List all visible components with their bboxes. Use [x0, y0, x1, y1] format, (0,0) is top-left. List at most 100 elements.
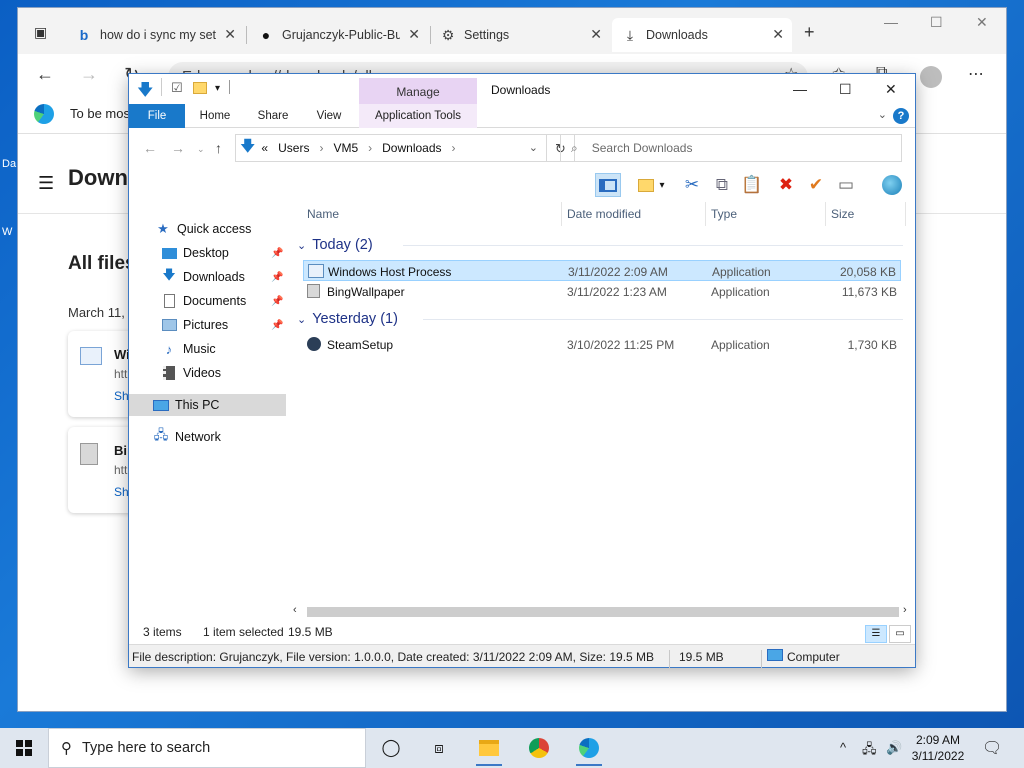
maximize-icon[interactable]: ☐: [930, 14, 943, 31]
details-view-icon[interactable]: ☰: [865, 625, 887, 643]
manage-context-tab[interactable]: Manage: [359, 78, 477, 104]
pin-icon[interactable]: 📌: [271, 296, 283, 307]
new-folder-icon[interactable]: [193, 82, 207, 94]
chevron-up-icon[interactable]: ^: [840, 740, 846, 755]
column-divider[interactable]: [825, 202, 826, 226]
column-divider[interactable]: [905, 202, 906, 226]
chrome-icon[interactable]: [526, 736, 552, 760]
edge-tab[interactable]: b how do i sync my setti ✕: [66, 18, 244, 52]
tab-home[interactable]: Home: [187, 104, 243, 128]
taskbar-search-input[interactable]: ⚲ Type here to search: [48, 728, 366, 768]
address-bar[interactable]: 🡇 « Users › VM5 › Downloads › ⌄: [235, 134, 547, 162]
paste-icon[interactable]: 📋: [739, 173, 765, 197]
forward-icon[interactable]: →: [171, 140, 185, 156]
profile-avatar[interactable]: [920, 66, 942, 88]
horizontal-scrollbar[interactable]: ‹ ›: [293, 604, 913, 620]
table-row[interactable]: SteamSetup 3/10/2022 11:25 PM Applicatio…: [303, 334, 901, 355]
file-explorer-taskbar-icon[interactable]: [476, 736, 502, 766]
chevron-right-icon[interactable]: ›: [903, 604, 907, 616]
preview-pane-icon[interactable]: [595, 173, 621, 197]
scrollbar-thumb[interactable]: [307, 607, 899, 617]
network-icon[interactable]: 🖧: [862, 740, 877, 762]
cut-icon[interactable]: ✂: [679, 173, 705, 197]
nav-pictures[interactable]: Pictures 📌: [161, 314, 289, 336]
tab-file[interactable]: File: [129, 104, 185, 128]
column-header-name[interactable]: Name: [307, 207, 339, 221]
more-icon[interactable]: ⋯: [968, 64, 984, 84]
edge-taskbar-icon[interactable]: [576, 736, 602, 766]
breadcrumb-item[interactable]: Users: [278, 141, 309, 155]
recent-locations-icon[interactable]: ⌄: [197, 144, 205, 155]
globe-icon[interactable]: [879, 173, 905, 197]
nav-network[interactable]: 🖧 Network: [153, 426, 221, 448]
column-header-date[interactable]: Date modified: [567, 207, 641, 221]
edge-tab[interactable]: ⚙ Settings ✕: [430, 18, 610, 52]
column-divider[interactable]: [561, 202, 562, 226]
tab-actions-icon[interactable]: ▣: [34, 24, 47, 41]
group-header[interactable]: ⌄ Today (2): [297, 234, 905, 256]
search-input[interactable]: ⌕ Search Downloads: [560, 134, 902, 162]
volume-icon[interactable]: 🔊: [886, 740, 902, 756]
tab-view[interactable]: View: [301, 104, 357, 128]
breadcrumb-item[interactable]: Downloads: [382, 141, 441, 155]
table-row[interactable]: BingWallpaper 3/11/2022 1:23 AM Applicat…: [303, 281, 901, 302]
chevron-down-icon[interactable]: ⌄: [878, 108, 887, 121]
nav-videos[interactable]: Videos: [161, 362, 221, 384]
desktop-icon-label[interactable]: W: [2, 226, 12, 238]
minimize-icon[interactable]: —: [884, 14, 898, 30]
column-header-size[interactable]: Size: [831, 207, 854, 221]
help-icon[interactable]: ?: [893, 108, 909, 124]
breadcrumb-item[interactable]: VM5: [333, 141, 358, 155]
close-icon[interactable]: ✕: [885, 81, 897, 98]
chevron-down-icon[interactable]: ⌄: [529, 141, 538, 154]
chevron-left-icon[interactable]: ‹: [293, 604, 297, 616]
column-divider[interactable]: [705, 202, 706, 226]
rename-icon[interactable]: ▭: [833, 173, 859, 197]
pin-icon[interactable]: 📌: [271, 320, 283, 331]
close-icon[interactable]: ✕: [408, 26, 420, 43]
edge-tab-active[interactable]: ⤓ Downloads ✕: [612, 18, 792, 52]
back-icon[interactable]: ←: [36, 64, 54, 85]
nav-desktop[interactable]: Desktop 📌: [161, 242, 289, 264]
cortana-icon[interactable]: ◯: [378, 736, 404, 760]
group-header[interactable]: ⌄ Yesterday (1): [297, 308, 905, 330]
tab-application-tools[interactable]: Application Tools: [359, 104, 477, 128]
checkmark-icon[interactable]: ✔: [803, 173, 829, 197]
nav-documents[interactable]: Documents 📌: [161, 290, 289, 312]
copy-icon[interactable]: ⧉: [709, 173, 735, 197]
task-view-icon[interactable]: ⧈: [426, 736, 452, 760]
start-button[interactable]: [0, 728, 48, 768]
chevron-right-icon[interactable]: ›: [368, 141, 372, 155]
forward-icon[interactable]: →: [80, 64, 98, 85]
new-tab-button[interactable]: +: [804, 22, 815, 43]
minimize-icon[interactable]: —: [793, 81, 807, 97]
pin-icon[interactable]: 📌: [271, 248, 283, 259]
close-icon[interactable]: ✕: [772, 26, 784, 43]
desktop-icon-label[interactable]: Da: [2, 158, 16, 170]
nav-quick-access[interactable]: ★ Quick access: [155, 218, 251, 240]
chevron-right-icon[interactable]: ›: [319, 141, 323, 155]
close-icon[interactable]: ✕: [224, 26, 236, 43]
nav-this-pc[interactable]: This PC: [129, 394, 286, 416]
chevron-right-icon[interactable]: ›: [452, 141, 456, 155]
nav-downloads[interactable]: 🡇 Downloads 📌: [161, 266, 289, 288]
customize-toolbar-icon[interactable]: ▾: [215, 83, 220, 94]
large-icons-view-icon[interactable]: ▭: [889, 625, 911, 643]
up-icon[interactable]: ↑: [215, 140, 222, 156]
edge-tab[interactable]: ● Grujanczyk-Public-Bu ✕: [248, 18, 428, 52]
menu-icon[interactable]: ☰: [38, 173, 54, 194]
nav-music[interactable]: ♪ Music: [161, 338, 216, 360]
tab-share[interactable]: Share: [245, 104, 301, 128]
close-icon[interactable]: ✕: [976, 14, 988, 31]
column-header-type[interactable]: Type: [711, 207, 737, 221]
system-clock[interactable]: 2:09 AM 3/11/2022: [910, 732, 966, 764]
back-icon[interactable]: ←: [143, 140, 157, 156]
table-row[interactable]: Windows Host Process 3/11/2022 2:09 AM A…: [303, 260, 901, 281]
breadcrumb-overflow[interactable]: «: [261, 141, 268, 155]
properties-icon[interactable]: ☑: [171, 80, 183, 96]
chevron-down-icon[interactable]: ▾: [655, 173, 669, 197]
notifications-icon[interactable]: 🗨: [982, 738, 1002, 758]
delete-icon[interactable]: ✖: [773, 173, 799, 197]
close-icon[interactable]: ✕: [590, 26, 602, 43]
maximize-icon[interactable]: ☐: [839, 81, 852, 98]
